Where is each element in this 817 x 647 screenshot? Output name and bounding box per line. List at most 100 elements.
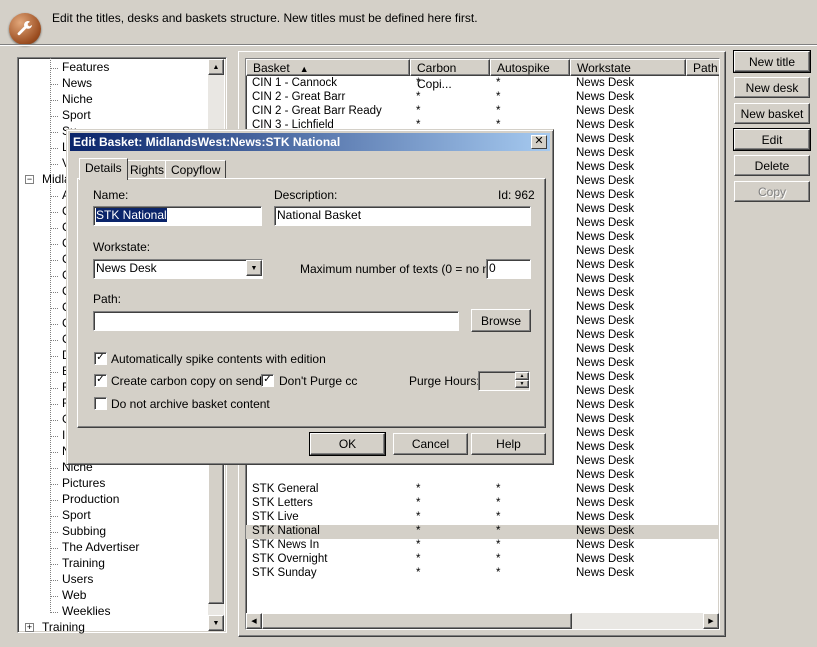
new-basket-button[interactable]: New basket xyxy=(734,103,810,124)
cell-workstate: News Desk xyxy=(576,77,635,89)
dialog-title-bar: Edit Basket: MidlandsWest:News:STK Natio… xyxy=(70,133,550,151)
cell-carbon: * xyxy=(416,553,421,565)
delete-button[interactable]: Delete xyxy=(734,155,810,176)
ok-button[interactable]: OK xyxy=(309,432,386,456)
no-archive-checkbox[interactable] xyxy=(94,397,107,410)
cell-workstate: News Desk xyxy=(576,553,635,565)
column-header-label: Workstate xyxy=(577,61,631,75)
table-row[interactable]: CIN 1 - Cannock * * News Desk xyxy=(246,77,719,91)
auto-spike-checkbox[interactable]: ✓ xyxy=(94,352,107,365)
scroll-left-button[interactable]: ◀ xyxy=(246,613,262,629)
edit-basket-dialog: Edit Basket: MidlandsWest:News:STK Natio… xyxy=(66,129,554,465)
tree-item[interactable]: Weeklies xyxy=(62,604,110,618)
tree-connector xyxy=(50,212,58,213)
tree-item[interactable]: Training xyxy=(62,556,105,570)
tree-connector xyxy=(50,420,58,421)
tree-connector xyxy=(50,532,58,533)
cell-carbon: * xyxy=(416,511,421,523)
table-row[interactable]: STK National * * News Desk xyxy=(246,525,719,539)
tree-item[interactable]: Subbing xyxy=(62,524,106,538)
tree-item[interactable]: Pictures xyxy=(62,476,105,490)
tree-group-training[interactable]: Training xyxy=(42,620,85,634)
tree-item[interactable]: Niche xyxy=(62,92,93,106)
workstate-select[interactable]: News Desk ▼ xyxy=(93,259,263,279)
expand-icon[interactable]: + xyxy=(25,623,34,632)
close-icon[interactable]: ✕ xyxy=(531,135,547,149)
tree-item[interactable]: Users xyxy=(62,572,93,586)
table-row[interactable]: CIN 2 - Great Barr Ready * * News Desk xyxy=(246,105,719,119)
cell-workstate: News Desk xyxy=(576,525,635,537)
tree-item[interactable]: Web xyxy=(62,588,86,602)
scroll-down-button[interactable]: ▼ xyxy=(208,615,224,631)
tree-item[interactable]: Features xyxy=(62,60,109,74)
spin-down-icon: ▼ xyxy=(515,380,529,388)
description-field[interactable]: National Basket xyxy=(274,206,531,226)
collapse-icon[interactable]: − xyxy=(25,175,34,184)
cell-workstate: News Desk xyxy=(576,357,635,369)
tree-item[interactable]: The Advertiser xyxy=(62,540,139,554)
scroll-right-button[interactable]: ▶ xyxy=(703,613,719,629)
edit-button[interactable]: Edit xyxy=(733,128,811,151)
cell-workstate: News Desk xyxy=(576,427,635,439)
column-header[interactable]: Autospike xyxy=(490,59,570,76)
cell-workstate: News Desk xyxy=(576,511,635,523)
tree-item[interactable]: Sport xyxy=(62,108,91,122)
tree-connector xyxy=(50,228,58,229)
tree-item[interactable]: Sport xyxy=(62,508,91,522)
max-texts-field[interactable]: 0 xyxy=(486,259,531,279)
cell-autospike: * xyxy=(496,525,501,537)
tab-details[interactable]: Details xyxy=(79,158,128,180)
table-row[interactable]: STK News In * * News Desk xyxy=(246,539,719,553)
cell-workstate: News Desk xyxy=(576,203,635,215)
new-desk-button[interactable]: New desk xyxy=(734,77,810,98)
cell-workstate: News Desk xyxy=(576,189,635,201)
cancel-button[interactable]: Cancel xyxy=(393,433,468,455)
cell-workstate: News Desk xyxy=(576,455,635,467)
column-header[interactable]: Path xyxy=(686,59,719,76)
tab-rights[interactable]: Rights xyxy=(124,160,171,180)
table-row[interactable]: STK Live * * News Desk xyxy=(246,511,719,525)
tree-item[interactable]: Production xyxy=(62,492,119,506)
workstate-value: News Desk xyxy=(96,261,157,275)
cell-workstate: News Desk xyxy=(576,287,635,299)
list-hscrollbar[interactable]: ◀ ▶ xyxy=(246,613,719,629)
table-row[interactable]: STK Sunday * * News Desk xyxy=(246,567,719,581)
tab-copyflow[interactable]: Copyflow xyxy=(165,160,227,180)
column-header[interactable]: Basket ▲ xyxy=(246,59,410,76)
cell-workstate: News Desk xyxy=(576,385,635,397)
tree-item[interactable]: News xyxy=(62,76,92,90)
dont-purge-checkbox[interactable]: ✓ xyxy=(261,374,274,387)
dont-purge-label: Don't Purge cc xyxy=(279,374,358,388)
scroll-thumb[interactable] xyxy=(208,449,224,604)
column-header-label: Autospike xyxy=(497,61,550,75)
browse-button[interactable]: Browse xyxy=(471,309,531,332)
table-row[interactable]: CIN 2 - Great Barr * * News Desk xyxy=(246,91,719,105)
new-title-button[interactable]: New title xyxy=(733,50,811,73)
cell-autospike: * xyxy=(496,497,501,509)
cell-carbon: * xyxy=(416,91,421,103)
description-label: Description: xyxy=(274,188,338,202)
hscroll-thumb[interactable] xyxy=(262,613,572,629)
tree-connector xyxy=(50,308,58,309)
scroll-up-button[interactable]: ▲ xyxy=(208,59,224,75)
table-row[interactable]: STK General * * News Desk xyxy=(246,483,719,497)
cell-carbon: * xyxy=(416,539,421,551)
cell-carbon: * xyxy=(416,497,421,509)
cell-autospike: * xyxy=(496,511,501,523)
cell-workstate: News Desk xyxy=(576,567,635,579)
help-button[interactable]: Help xyxy=(471,433,546,455)
column-header[interactable]: Carbon Copi... xyxy=(410,59,490,91)
chevron-down-icon[interactable]: ▼ xyxy=(246,260,262,276)
cell-basket: STK Letters xyxy=(252,497,313,509)
cell-autospike: * xyxy=(496,77,501,89)
cell-basket: STK General xyxy=(252,483,319,495)
tree-connector xyxy=(50,468,58,469)
tree-connector xyxy=(50,580,58,581)
table-row[interactable]: STK Overnight * * News Desk xyxy=(246,553,719,567)
name-field[interactable]: STK National xyxy=(93,206,262,226)
path-field[interactable] xyxy=(93,311,459,331)
column-header[interactable]: Workstate xyxy=(570,59,686,76)
carbon-copy-checkbox[interactable]: ✓ xyxy=(94,374,107,387)
table-row[interactable]: News Desk xyxy=(246,469,719,483)
table-row[interactable]: STK Letters * * News Desk xyxy=(246,497,719,511)
